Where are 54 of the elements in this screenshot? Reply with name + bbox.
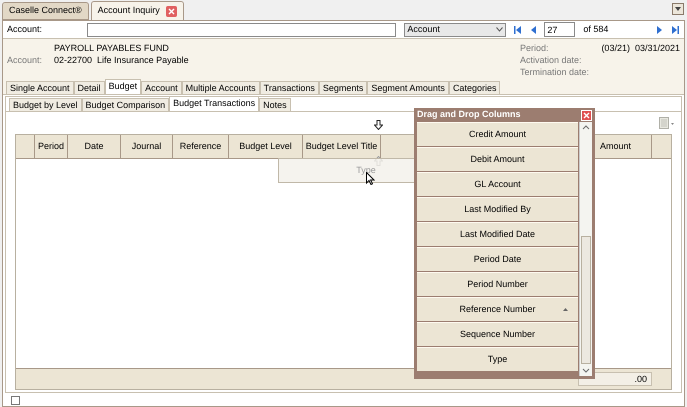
drop-arrow-icon	[374, 120, 383, 130]
column-item[interactable]: GL Account	[417, 172, 578, 196]
document-tab[interactable]: Caselle Connect®	[2, 2, 89, 20]
field-label: Period:	[520, 42, 549, 54]
record-field[interactable]: 27	[544, 22, 576, 37]
field-label: Account:	[7, 54, 44, 66]
tab[interactable]: Multiple Accounts	[182, 81, 260, 94]
tab[interactable]: Segments	[318, 81, 368, 94]
scrollbar[interactable]	[579, 122, 592, 376]
column-item[interactable]: Debit Amount	[417, 147, 578, 171]
column-item[interactable]: Sequence Number	[417, 322, 578, 346]
tab[interactable]: Single Account	[6, 81, 74, 94]
account-number: 02-22700	[54, 54, 92, 66]
column-header[interactable]: Period	[35, 135, 68, 158]
next-record-icon[interactable]	[655, 24, 664, 34]
column-item[interactable]: Type	[417, 347, 578, 371]
account-description: Life Insurance Payable	[97, 54, 189, 66]
tab[interactable]: Budget Transactions	[169, 96, 260, 111]
tab[interactable]: Account	[141, 81, 182, 94]
close-icon[interactable]	[166, 6, 177, 16]
dropdown-icon[interactable]	[672, 3, 684, 15]
tab[interactable]: Budget	[104, 79, 142, 94]
checkbox[interactable]	[11, 396, 20, 405]
column-item[interactable]: Credit Amount	[417, 122, 578, 146]
column-item[interactable]: Last Modified By	[417, 197, 578, 221]
column-header[interactable]: Journal	[121, 135, 173, 158]
tab[interactable]: Budget by Level	[9, 98, 82, 111]
chevron-icon	[496, 27, 504, 32]
dialog-title: Drag and Drop Columns	[417, 108, 521, 122]
search-by-select[interactable]: Account	[404, 22, 506, 36]
tab[interactable]: Budget Comparison	[82, 98, 170, 111]
field-label: Account:	[7, 22, 44, 36]
column-item[interactable]: Last Modified Date	[417, 222, 578, 246]
field-label: Activation date:	[520, 54, 582, 66]
column-header[interactable]: Date	[68, 135, 121, 158]
tab[interactable]: Transactions	[260, 81, 319, 94]
record-count: of 584	[583, 22, 610, 36]
account-field[interactable]	[87, 22, 396, 36]
tab[interactable]: Segment Amounts	[367, 81, 449, 94]
first-record-icon[interactable]	[513, 24, 522, 34]
field-label: Termination date:	[520, 66, 590, 78]
fund-name: PAYROLL PAYABLES FUND	[54, 42, 170, 54]
field-value: (03/21) 03/31/2021	[601, 42, 680, 54]
close-icon[interactable]	[581, 110, 592, 120]
tab[interactable]: Detail	[74, 81, 105, 94]
document-tab[interactable]: Account Inquiry	[90, 1, 184, 20]
previous-record-icon[interactable]	[529, 24, 538, 34]
column-item[interactable]: Period Number	[417, 272, 578, 296]
tab[interactable]: Categories	[448, 81, 500, 94]
column-item[interactable]: Reference Number	[417, 297, 578, 321]
tab[interactable]: Notes	[259, 98, 291, 111]
column-item[interactable]: Period Date	[417, 247, 578, 271]
last-record-icon[interactable]	[671, 24, 680, 34]
column-header[interactable]: Reference	[173, 135, 229, 158]
